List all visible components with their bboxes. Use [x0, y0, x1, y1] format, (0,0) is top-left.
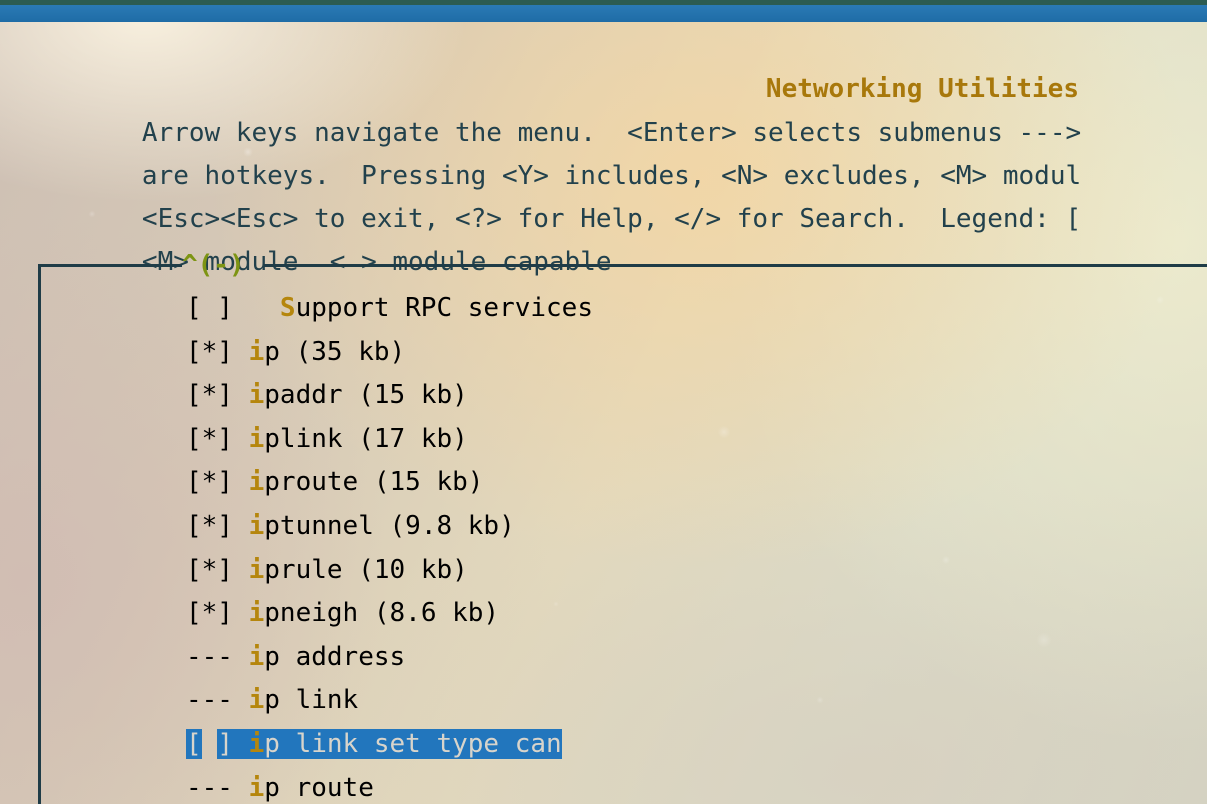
help-line-2: are hotkeys. Pressing <Y> includes, <N> …: [141, 160, 1082, 191]
option-hotkey: i: [248, 772, 265, 803]
option-marker: [*]: [186, 511, 249, 541]
help-line-1: Arrow keys navigate the menu. <Enter> se…: [141, 117, 1082, 148]
menuconfig-screen: Networking Utilities Arrow keys navigate…: [0, 0, 1207, 804]
option-label: proute (15 kb): [264, 467, 484, 498]
option-marker-close: ]: [217, 729, 249, 759]
list-item[interactable]: --- ip route: [0, 767, 374, 804]
option-marker: ---: [186, 685, 249, 716]
listbox-border-top-left: [38, 264, 182, 267]
list-item[interactable]: [*] iptunnel (9.8 kb): [0, 505, 515, 549]
checkbox-empty-slot: [202, 729, 218, 759]
list-item[interactable]: --- ip link: [0, 679, 358, 723]
option-marker: [*]: [186, 423, 249, 454]
option-label: p address: [264, 641, 406, 672]
list-item[interactable]: [ ] ip link set type can: [0, 723, 562, 767]
list-item[interactable]: [*] iproute (15 kb): [0, 461, 483, 505]
option-label: paddr (15 kb): [264, 380, 468, 411]
option-marker: [*]: [186, 336, 249, 367]
option-hotkey: i: [248, 729, 265, 759]
option-label: p link: [264, 685, 359, 716]
option-hotkey: i: [248, 554, 265, 585]
listbox-border-top-right: [264, 264, 1207, 267]
option-label: plink (17 kb): [264, 423, 468, 454]
list-item[interactable]: [*] iplink (17 kb): [0, 418, 468, 462]
option-hotkey: S: [279, 293, 296, 323]
list-item[interactable]: [*] ipaddr (15 kb): [0, 374, 468, 418]
option-label: pneigh (8.6 kb): [264, 598, 500, 629]
list-item[interactable]: [*] ipneigh (8.6 kb): [0, 592, 499, 636]
option-marker: [*]: [186, 554, 249, 585]
option-label: p (35 kb): [264, 336, 406, 367]
help-line-4: <M> module < > module capable: [141, 246, 612, 277]
list-item[interactable]: [*] iprule (10 kb): [0, 549, 468, 593]
option-marker: [*]: [186, 598, 249, 629]
option-marker: [*]: [186, 380, 249, 411]
option-hotkey: i: [248, 598, 265, 629]
option-hotkey: i: [248, 511, 265, 541]
window-titlebar[interactable]: [0, 5, 1207, 22]
option-marker: [ ]: [186, 293, 280, 323]
option-marker: ---: [186, 641, 249, 672]
option-hotkey: i: [248, 685, 265, 716]
option-label: ptunnel (9.8 kb): [264, 511, 515, 541]
list-item[interactable]: [*] ip (35 kb): [0, 331, 405, 375]
option-hotkey: i: [248, 467, 265, 498]
page-title: Networking Utilities: [765, 73, 1079, 104]
help-line-3: <Esc><Esc> to exit, <?> for Help, </> fo…: [141, 203, 1082, 234]
list-item[interactable]: [ ] Support RPC services: [0, 287, 593, 331]
option-marker: ---: [186, 772, 249, 803]
option-hotkey: i: [248, 336, 265, 367]
selection-cursor: [: [186, 729, 202, 759]
list-item[interactable]: --- ip address: [0, 636, 405, 680]
option-hotkey: i: [248, 423, 265, 454]
option-label: p link set type can: [264, 729, 562, 759]
option-marker: [*]: [186, 467, 249, 498]
scroll-up-indicator: ^(-): [182, 250, 245, 280]
option-label: p route: [264, 772, 374, 803]
option-hotkey: i: [248, 380, 265, 411]
option-label: upport RPC services: [295, 293, 593, 323]
selected-option[interactable]: ] ip link set type can: [217, 729, 562, 759]
option-hotkey: i: [248, 641, 265, 672]
option-label: prule (10 kb): [264, 554, 468, 585]
